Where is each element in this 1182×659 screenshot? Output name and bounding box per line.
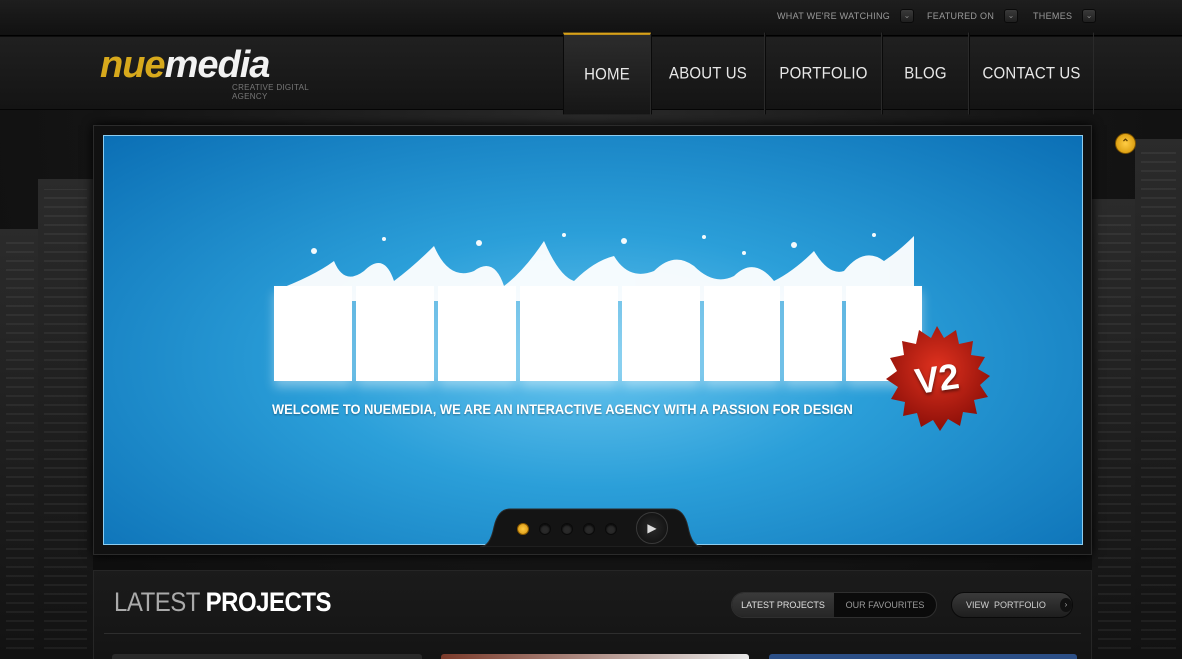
tab-our-favourites[interactable]: OUR FAVOURITES bbox=[834, 593, 936, 617]
chevron-right-icon: › bbox=[1059, 598, 1072, 612]
section-title: LATEST PROJECTS bbox=[114, 588, 332, 619]
logo-part-media: media bbox=[164, 44, 271, 86]
scroll-top-button[interactable]: ⌃ bbox=[1115, 133, 1136, 154]
projects-tabs: LATEST PROJECTS OUR FAVOURITES bbox=[731, 592, 937, 618]
chevron-up-icon: ⌃ bbox=[1121, 138, 1130, 149]
util-themes-dropdown[interactable]: THEMES ⌄ bbox=[1033, 8, 1097, 24]
building-silhouette bbox=[38, 179, 93, 659]
project-thumbnail[interactable] bbox=[112, 654, 422, 659]
logo-letter-block bbox=[520, 286, 618, 381]
main-nav: HOME ABOUT US PORTFOLIO BLOG CONTACT US bbox=[563, 32, 1094, 115]
section-title-light: LATEST bbox=[114, 588, 200, 618]
nav-home[interactable]: HOME bbox=[563, 32, 651, 115]
badge-label: V2 bbox=[912, 355, 962, 402]
nav-portfolio[interactable]: PORTFOLIO bbox=[765, 32, 882, 115]
site-header: nuemedia CREATIVE DIGITAL AGENCY HOME AB… bbox=[0, 32, 1182, 115]
welcome-tagline: WELCOME TO NUEMEDIA, WE ARE AN INTERACTI… bbox=[272, 401, 853, 417]
chevron-down-icon: ⌄ bbox=[900, 9, 915, 23]
logo-letter-block bbox=[438, 286, 516, 381]
site-logo[interactable]: nuemedia CREATIVE DIGITAL AGENCY bbox=[100, 45, 345, 101]
slide-dot-3[interactable] bbox=[561, 523, 573, 535]
logo-letter-block bbox=[356, 286, 434, 381]
logo-wordmark: nuemedia bbox=[100, 45, 345, 85]
nav-blog[interactable]: BLOG bbox=[882, 32, 969, 115]
util-watching-dropdown[interactable]: WHAT WE'RE WATCHING ⌄ bbox=[777, 8, 915, 24]
hero-slide: WELCOME TO NUEMEDIA, WE ARE AN INTERACTI… bbox=[103, 135, 1083, 545]
slide-dot-1[interactable] bbox=[517, 523, 529, 535]
section-title-bold: PROJECTS bbox=[205, 588, 332, 618]
view-portfolio-label: VIEW PORTFOLIO bbox=[966, 600, 1046, 610]
logo-part-nue: nue bbox=[100, 44, 166, 86]
logo-letter-block bbox=[274, 286, 352, 381]
building-silhouette bbox=[1092, 199, 1137, 659]
play-icon: ▶ bbox=[647, 521, 657, 535]
slide-dot-5[interactable] bbox=[605, 523, 617, 535]
chevron-down-icon: ⌄ bbox=[1082, 9, 1097, 23]
chevron-down-icon: ⌄ bbox=[1004, 9, 1019, 23]
nav-contact-us[interactable]: CONTACT US bbox=[969, 32, 1094, 115]
slider-controls: ▶ bbox=[480, 507, 702, 547]
milk-splash-logo bbox=[274, 231, 924, 391]
version-badge: V2 bbox=[884, 326, 990, 432]
slide-dot-2[interactable] bbox=[539, 523, 551, 535]
project-thumbnail[interactable] bbox=[769, 654, 1077, 659]
utility-bar: WHAT WE'RE WATCHING ⌄ FEATURED ON ⌄ THEM… bbox=[0, 0, 1182, 36]
nav-about-us[interactable]: ABOUT US bbox=[651, 32, 765, 115]
building-silhouette bbox=[0, 229, 40, 659]
util-themes-label: THEMES bbox=[1033, 11, 1073, 21]
section-divider bbox=[104, 633, 1081, 634]
logo-tagline: CREATIVE DIGITAL AGENCY bbox=[232, 83, 309, 101]
logo-letter-block bbox=[622, 286, 700, 381]
next-slide-button[interactable]: ▶ bbox=[636, 512, 668, 544]
tab-latest-projects[interactable]: LATEST PROJECTS bbox=[732, 593, 834, 617]
util-featured-dropdown[interactable]: FEATURED ON ⌄ bbox=[927, 8, 1019, 24]
building-silhouette bbox=[1135, 139, 1182, 659]
view-portfolio-button[interactable]: VIEW PORTFOLIO › bbox=[951, 592, 1073, 618]
logo-letter-block bbox=[704, 286, 780, 381]
logo-letter-block bbox=[784, 286, 842, 381]
slide-dot-4[interactable] bbox=[583, 523, 595, 535]
util-featured-label: FEATURED ON bbox=[927, 11, 995, 21]
util-watching-label: WHAT WE'RE WATCHING bbox=[777, 11, 891, 21]
project-thumbnail[interactable] bbox=[441, 654, 749, 659]
